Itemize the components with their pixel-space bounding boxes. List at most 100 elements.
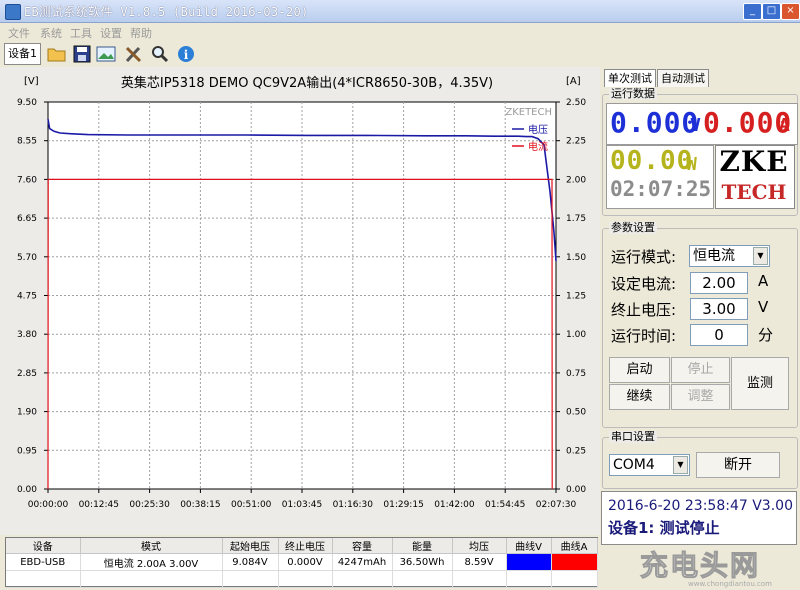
run-time-field[interactable]: 0 — [690, 324, 748, 346]
y-right-tick: 2.50 — [566, 98, 586, 108]
lcd-power-time: 00.00 W 02:07:25 — [606, 145, 714, 209]
cell-end-voltage: 0.000V — [278, 553, 333, 571]
y-left-tick: 0.00 — [17, 485, 37, 495]
watermark-brand: 充电头网 — [639, 549, 761, 583]
x-tick: 01:16:30 — [333, 500, 374, 510]
x-tick: 01:42:00 — [434, 500, 475, 510]
menu-bar: 文件 系统 工具 设置 帮助 — [0, 23, 800, 41]
folder-open-icon[interactable] — [47, 44, 67, 64]
menu-file[interactable]: 文件 — [8, 25, 30, 41]
set-current-field[interactable]: 2.00 — [690, 272, 748, 294]
table-header-row: 设备 模式 起始电压 终止电压 容量 能量 均压 曲线V 曲线A — [6, 538, 598, 554]
lcd-voltage-current: 0.000 V 0.000 A — [606, 103, 798, 145]
y-left-tick: 9.50 — [17, 98, 37, 108]
monitor-button[interactable]: 监测 — [731, 357, 789, 410]
x-tick: 00:12:45 — [79, 500, 119, 510]
com-port-value: COM4 — [613, 457, 655, 473]
voltage-current-chart: 英集芯IP5318 DEMO QC9V2A输出(4*ICR8650-30B，4.… — [17, 75, 586, 510]
logo-text-tech: TECH — [721, 180, 787, 204]
chevron-down-icon[interactable]: ▼ — [753, 247, 768, 265]
set-current-label: 设定电流: — [611, 275, 677, 293]
x-tick: 00:51:00 — [231, 500, 272, 510]
maximize-button[interactable]: □ — [762, 3, 781, 20]
chevron-down-icon[interactable]: ▼ — [673, 456, 688, 474]
cell-device: EBD-USB — [6, 553, 81, 571]
header-curve-a: 曲线A — [551, 538, 598, 554]
run-time-unit: 分 — [758, 326, 774, 344]
picture-icon[interactable] — [96, 44, 116, 64]
device-tab[interactable]: 设备1 — [4, 43, 41, 65]
zketech-logo: ZKE TECH — [715, 145, 795, 209]
y-right-tick: 2.00 — [566, 175, 586, 185]
curve-a-color-swatch[interactable] — [551, 553, 598, 571]
end-voltage-label: 终止电压: — [611, 301, 677, 319]
set-current-unit: A — [758, 272, 769, 290]
menu-help[interactable]: 帮助 — [130, 25, 152, 41]
chart-watermark: ZKETECH — [505, 107, 552, 118]
watermark-url: www.chongdiantou.com — [688, 580, 772, 588]
run-data-label: 运行数据 — [609, 87, 657, 100]
menu-settings[interactable]: 设置 — [100, 25, 122, 41]
x-tick: 01:29:15 — [383, 500, 423, 510]
tools-icon[interactable] — [124, 44, 144, 64]
y-left-tick: 5.70 — [17, 253, 37, 263]
y-left-tick: 6.65 — [17, 214, 37, 224]
y-left-tick: 2.85 — [17, 369, 37, 379]
x-tick: 01:03:45 — [282, 500, 322, 510]
title-bar: EB测试系统软件 V1.8.5 (Build 2016-03-20) _ □ × — [0, 0, 800, 23]
start-button[interactable]: 启动 — [609, 357, 670, 383]
header-energy: 能量 — [392, 538, 453, 554]
com-port-select[interactable]: COM4 ▼ — [609, 454, 690, 476]
curve-v-color-swatch[interactable] — [506, 553, 552, 571]
tab-single-test[interactable]: 单次测试 — [604, 69, 656, 87]
y-right-tick: 0.00 — [566, 485, 586, 495]
status-box: 2016-6-20 23:58:47 V3.00 设备1: 测试停止 — [601, 491, 797, 545]
chart-panel: 英集芯IP5318 DEMO QC9V2A输出(4*ICR8650-30B，4.… — [0, 67, 600, 535]
y-right-tick: 2.25 — [566, 137, 586, 147]
end-voltage-field[interactable]: 3.00 — [690, 298, 748, 320]
mode-select[interactable]: 恒电流 ▼ — [689, 245, 770, 267]
header-avg-voltage: 均压 — [452, 538, 507, 554]
result-table: 设备 模式 起始电压 终止电压 容量 能量 均压 曲线V 曲线A EBD-USB… — [5, 537, 598, 588]
tab-auto-test[interactable]: 自动测试 — [657, 69, 709, 87]
run-time-label: 运行时间: — [611, 327, 677, 345]
status-timestamp: 2016-6-20 23:58:47 V3.00 — [608, 498, 793, 514]
status-message: 设备1: 测试停止 — [608, 519, 720, 537]
watermark: 充电头网 www.chongdiantou.com — [639, 547, 800, 590]
cell-start-voltage: 9.084V — [222, 553, 279, 571]
cell-energy: 36.50Wh — [392, 553, 453, 571]
menu-tools[interactable]: 工具 — [70, 25, 92, 41]
stop-button[interactable]: 停止 — [671, 357, 730, 383]
minimize-button[interactable]: _ — [743, 3, 762, 20]
chart-title: 英集芯IP5318 DEMO QC9V2A输出(4*ICR8650-30B，4.… — [121, 75, 493, 91]
info-icon[interactable]: i — [176, 44, 196, 64]
save-icon[interactable] — [72, 44, 92, 64]
time-readout: 02:07:25 — [610, 177, 712, 201]
disconnect-button[interactable]: 断开 — [696, 452, 780, 478]
serial-label: 串口设置 — [609, 430, 657, 443]
legend-label: 电流 — [528, 140, 548, 153]
power-unit: W — [686, 154, 698, 175]
y-left-tick: 3.80 — [17, 330, 37, 340]
table-row[interactable]: EBD-USB 恒电流 2.00A 3.00V 9.084V 0.000V 42… — [6, 553, 598, 571]
y-left-tick: 8.55 — [17, 137, 37, 147]
end-voltage-unit: V — [758, 298, 769, 316]
mode-select-value: 恒电流 — [693, 248, 735, 264]
cell-mode: 恒电流 2.00A 3.00V — [80, 553, 223, 571]
continue-button[interactable]: 继续 — [609, 384, 670, 410]
svg-text:i: i — [184, 48, 189, 62]
logo-text-zke: ZKE — [719, 145, 789, 178]
window-title: EB测试系统软件 V1.8.5 (Build 2016-03-20) — [24, 5, 309, 19]
mode-label: 运行模式: — [611, 248, 677, 266]
x-tick: 01:54:45 — [485, 500, 525, 510]
header-curve-v: 曲线V — [506, 538, 552, 554]
zoom-icon[interactable] — [150, 44, 170, 64]
header-start-voltage: 起始电压 — [222, 538, 279, 554]
menu-system[interactable]: 系统 — [40, 25, 62, 41]
close-button[interactable]: × — [781, 3, 800, 20]
header-mode: 模式 — [80, 538, 223, 554]
y-left-tick: 1.90 — [17, 408, 37, 418]
header-capacity: 容量 — [332, 538, 393, 554]
adjust-button[interactable]: 调整 — [671, 384, 730, 410]
cell-avg-voltage: 8.59V — [452, 553, 507, 571]
